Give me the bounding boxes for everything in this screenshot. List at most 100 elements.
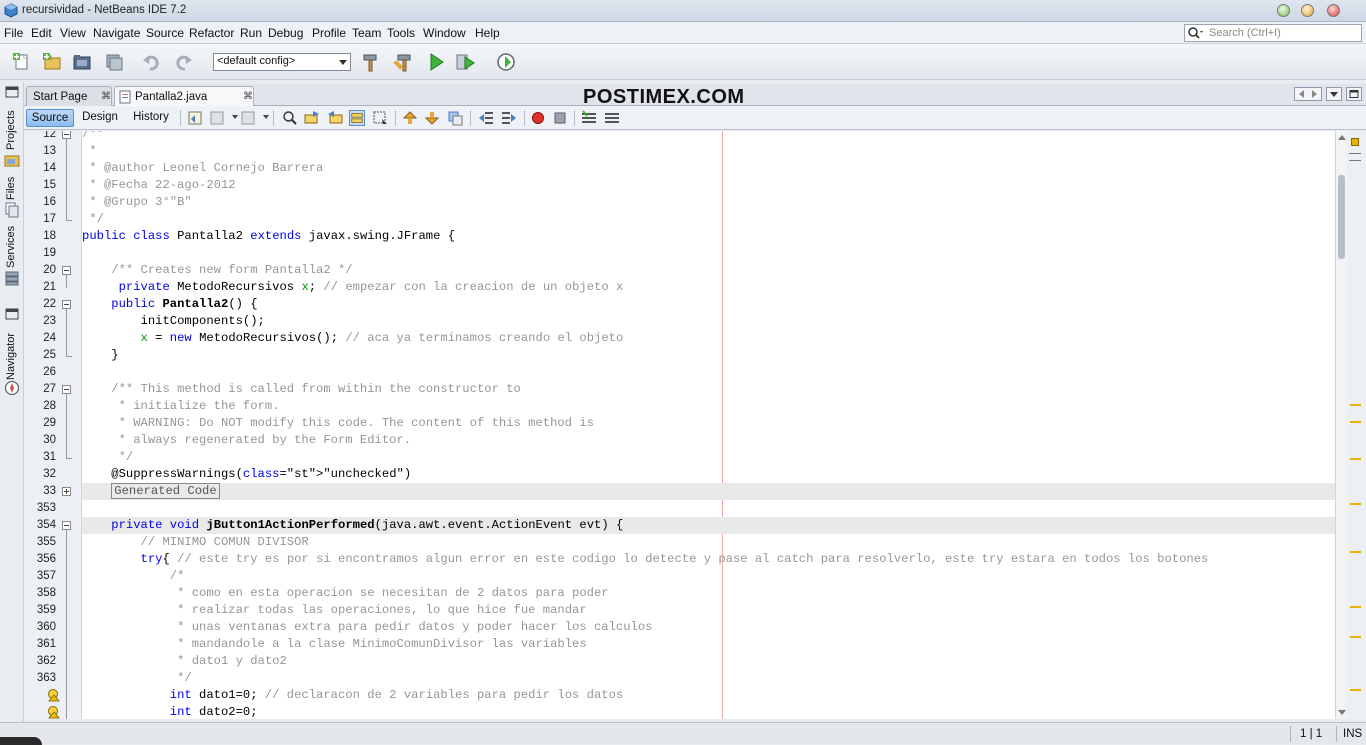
- side-tab-projects[interactable]: Projects: [2, 102, 22, 167]
- vertical-scrollbar[interactable]: [1335, 131, 1347, 719]
- warning-marker[interactable]: [1350, 606, 1361, 608]
- code-line[interactable]: */: [82, 449, 1335, 466]
- code-line[interactable]: */: [82, 211, 1335, 228]
- search-icon[interactable]: [1187, 26, 1203, 40]
- code-line[interactable]: *: [82, 143, 1335, 160]
- close-tab-icon[interactable]: ⌘: [243, 91, 253, 102]
- warning-marker[interactable]: [1350, 551, 1361, 553]
- code-line[interactable]: * always regenerated by the Form Editor.: [82, 432, 1335, 449]
- stop-macro-recording-icon[interactable]: [552, 110, 568, 126]
- maximize-button[interactable]: [1301, 4, 1314, 17]
- warning-marker[interactable]: [1350, 689, 1361, 691]
- menu-tools[interactable]: Tools: [387, 26, 415, 40]
- tab-start-page[interactable]: Start Page ⌘: [26, 86, 112, 106]
- find-icon[interactable]: [282, 110, 298, 126]
- collapse-fold-icon[interactable]: [62, 521, 71, 530]
- menu-profile[interactable]: Profile: [312, 26, 346, 40]
- code-line[interactable]: int dato2=0;: [82, 704, 1335, 719]
- back-dropdown-caret[interactable]: [232, 115, 238, 119]
- clean-build-icon[interactable]: [393, 52, 413, 72]
- last-edit-icon[interactable]: [187, 110, 203, 126]
- error-stripe[interactable]: [1347, 131, 1366, 719]
- search-input[interactable]: [1209, 26, 1359, 40]
- side-tab-navigator[interactable]: Navigator: [2, 332, 22, 396]
- code-line[interactable]: /**: [82, 131, 1335, 143]
- scrollbar-thumb[interactable]: [1338, 175, 1345, 259]
- code-line[interactable]: @SuppressWarnings(class="st">"unchecked"…: [82, 466, 1335, 483]
- design-view-button[interactable]: Design: [78, 109, 122, 127]
- history-view-button[interactable]: History: [128, 109, 174, 127]
- code-line[interactable]: * initialize the form.: [82, 398, 1335, 415]
- redo-icon[interactable]: [173, 52, 193, 72]
- close-button[interactable]: [1327, 4, 1340, 17]
- warning-summary-icon[interactable]: [1351, 138, 1359, 146]
- menu-run[interactable]: Run: [240, 26, 262, 40]
- configuration-select[interactable]: <default config>: [213, 53, 351, 71]
- code-editor[interactable]: /** * * @author Leonel Cornejo Barrera *…: [82, 131, 1335, 719]
- find-previous-icon[interactable]: [304, 110, 320, 126]
- menu-debug[interactable]: Debug: [268, 26, 303, 40]
- uncomment-icon[interactable]: [604, 110, 620, 126]
- maximize-window-button[interactable]: [1346, 87, 1362, 101]
- shift-line-left-icon[interactable]: [478, 110, 494, 126]
- menu-team[interactable]: Team: [352, 26, 381, 40]
- code-line[interactable]: * unas ventanas extra para pedir datos y…: [82, 619, 1335, 636]
- expand-fold-icon[interactable]: [62, 487, 71, 496]
- code-line[interactable]: /** This method is called from within th…: [82, 381, 1335, 398]
- undo-icon[interactable]: [142, 52, 162, 72]
- forward-dropdown-caret[interactable]: [263, 115, 269, 119]
- menu-source[interactable]: Source: [146, 26, 184, 40]
- scroll-down-arrow[interactable]: [1338, 710, 1346, 715]
- warning-marker[interactable]: [1350, 404, 1361, 406]
- code-line[interactable]: public Pantalla2() {: [82, 296, 1335, 313]
- warning-marker[interactable]: [1350, 421, 1361, 423]
- show-opened-documents-button[interactable]: [1326, 87, 1342, 101]
- code-line[interactable]: * mandandole a la clase MinimoComunDivis…: [82, 636, 1335, 653]
- minimize-button[interactable]: [1277, 4, 1290, 17]
- warning-bulb-icon[interactable]: [46, 705, 60, 719]
- menu-edit[interactable]: Edit: [31, 26, 52, 40]
- warning-marker[interactable]: [1350, 458, 1361, 460]
- side-tab-files[interactable]: Files: [2, 174, 22, 218]
- code-line[interactable]: int dato1=0; // declaracon de 2 variable…: [82, 687, 1335, 704]
- build-hammer-icon[interactable]: [361, 52, 381, 72]
- code-line[interactable]: * WARNING: Do NOT modify this code. The …: [82, 415, 1335, 432]
- code-line[interactable]: // MINIMO COMUN DIVISOR: [82, 534, 1335, 551]
- start-macro-recording-icon[interactable]: [530, 110, 546, 126]
- source-view-button[interactable]: Source: [26, 109, 74, 127]
- code-line[interactable]: }: [82, 347, 1335, 364]
- toggle-rectangular-selection-icon[interactable]: [372, 110, 388, 126]
- scroll-tabs-arrows[interactable]: [1294, 87, 1322, 101]
- collapse-fold-icon[interactable]: [62, 266, 71, 275]
- shift-line-right-icon[interactable]: [501, 110, 517, 126]
- code-line[interactable]: * como en esta operacion se necesitan de…: [82, 585, 1335, 602]
- save-all-icon[interactable]: [104, 52, 124, 72]
- code-line[interactable]: /** Creates new form Pantalla2 */: [82, 262, 1335, 279]
- new-project-icon[interactable]: [42, 52, 62, 72]
- open-project-icon[interactable]: [72, 52, 92, 72]
- run-icon[interactable]: [426, 52, 446, 72]
- code-line[interactable]: x = new MetodoRecursivos(); // aca ya te…: [82, 330, 1335, 347]
- warning-marker[interactable]: [1350, 636, 1361, 638]
- warning-marker[interactable]: [1350, 503, 1361, 505]
- code-line[interactable]: * @author Leonel Cornejo Barrera: [82, 160, 1335, 177]
- minimize-strip-icon[interactable]: [5, 308, 19, 320]
- menu-file[interactable]: File: [4, 26, 23, 40]
- code-line[interactable]: * @Grupo 3°"B": [82, 194, 1335, 211]
- code-line[interactable]: */: [82, 670, 1335, 687]
- code-line[interactable]: * dato1 y dato2: [82, 653, 1335, 670]
- next-bookmark-icon[interactable]: [424, 110, 440, 126]
- code-line[interactable]: [82, 364, 1335, 381]
- back-icon[interactable]: [209, 110, 225, 126]
- collapse-fold-icon[interactable]: [62, 300, 71, 309]
- menu-help[interactable]: Help: [475, 26, 500, 40]
- previous-bookmark-icon[interactable]: [402, 110, 418, 126]
- comment-icon[interactable]: [581, 110, 597, 126]
- scroll-up-arrow[interactable]: [1338, 135, 1346, 140]
- minimize-strip-icon[interactable]: [5, 86, 19, 98]
- menu-view[interactable]: View: [60, 26, 86, 40]
- code-line[interactable]: * realizar todas las operaciones, lo que…: [82, 602, 1335, 619]
- toggle-bookmark-icon[interactable]: [447, 110, 463, 126]
- debug-icon[interactable]: [455, 52, 475, 72]
- find-next-icon[interactable]: [327, 110, 343, 126]
